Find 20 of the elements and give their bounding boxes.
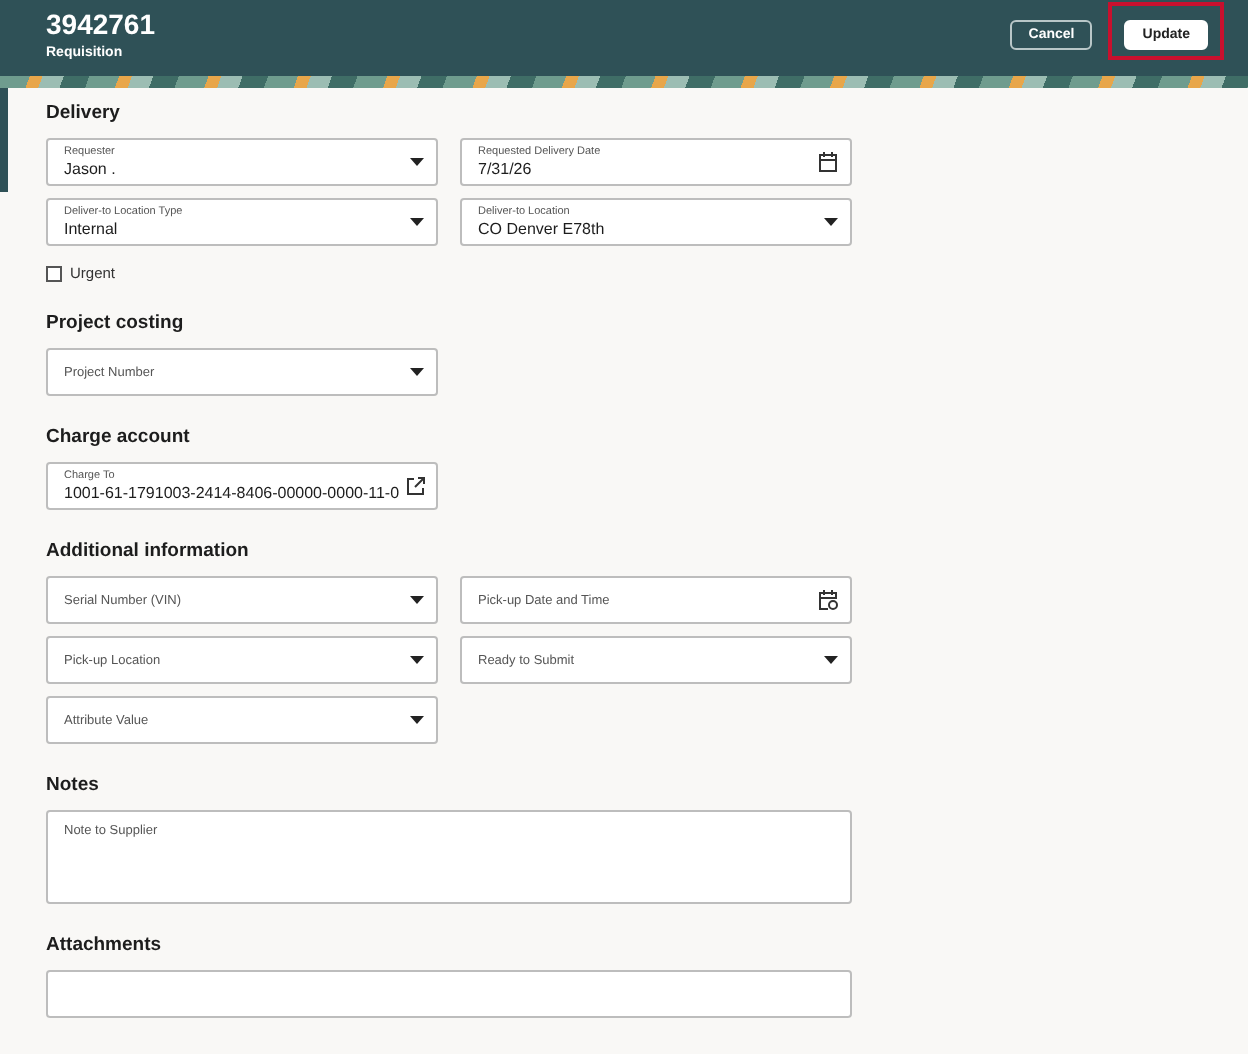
calendar-clock-icon — [818, 590, 838, 610]
section-heading: Additional information — [46, 540, 251, 562]
caret-icon — [410, 368, 424, 376]
input-field[interactable] — [46, 970, 852, 1018]
page-title: 3942761 — [46, 8, 156, 42]
caret-icon — [410, 716, 424, 724]
section-heading: Attachments — [46, 934, 164, 956]
caret-icon — [410, 158, 424, 166]
caret-icon — [410, 656, 424, 664]
caret-icon — [410, 596, 424, 604]
checkbox[interactable] — [46, 265, 62, 281]
caret-icon — [824, 656, 838, 664]
caret-icon — [824, 218, 838, 226]
section-heading: Notes — [46, 774, 101, 796]
caret-icon — [410, 218, 424, 226]
section-heading: Project costing — [46, 312, 186, 334]
external-link-icon — [405, 476, 426, 496]
calendar-icon — [818, 152, 838, 172]
section-heading: Delivery — [46, 102, 122, 124]
section-heading: Charge account — [46, 426, 192, 448]
